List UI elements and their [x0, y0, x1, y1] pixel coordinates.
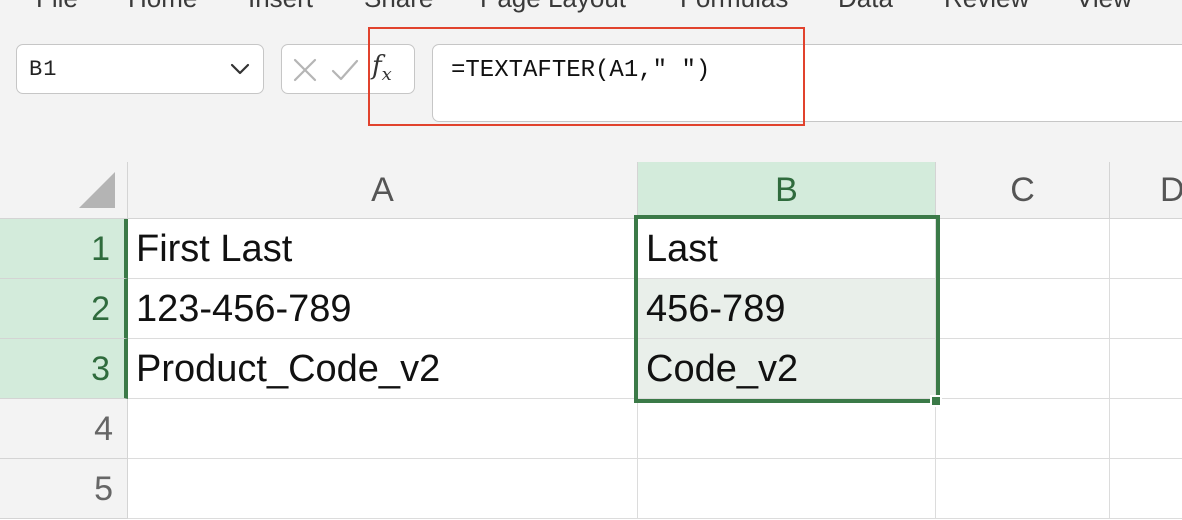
cell-c3[interactable] — [936, 339, 1110, 399]
tab-file[interactable]: File — [36, 0, 78, 14]
tab-review[interactable]: Review — [944, 0, 1029, 14]
tab-insert[interactable]: Insert — [248, 0, 313, 14]
chevron-down-icon[interactable] — [227, 56, 253, 82]
check-icon[interactable] — [330, 55, 360, 85]
highlight-box — [368, 27, 805, 126]
tab-share[interactable]: Share — [364, 0, 433, 14]
column-header-d[interactable]: D — [1110, 162, 1182, 219]
column-header-a[interactable]: A — [128, 162, 638, 219]
cell-b4[interactable] — [638, 399, 936, 459]
cell-a3[interactable]: Product_Code_v2 — [128, 339, 638, 399]
ribbon-tabs: File Home Insert Share Page Layout Formu… — [0, 0, 1182, 13]
column-header-c[interactable]: C — [936, 162, 1110, 219]
name-box-value: B1 — [29, 57, 58, 82]
tab-data[interactable]: Data — [838, 0, 893, 14]
cell-a1[interactable]: First Last — [128, 219, 638, 279]
tab-formulas[interactable]: Formulas — [680, 0, 788, 14]
cell-c2[interactable] — [936, 279, 1110, 339]
cell-c1[interactable] — [936, 219, 1110, 279]
cancel-icon[interactable] — [290, 55, 320, 85]
cell-b3[interactable]: Code_v2 — [638, 339, 936, 399]
cell-b1[interactable]: Last — [638, 219, 936, 279]
cell-d3[interactable] — [1110, 339, 1182, 399]
cell-c5[interactable] — [936, 459, 1110, 519]
cell-b2[interactable]: 456-789 — [638, 279, 936, 339]
cell-a4[interactable] — [128, 399, 638, 459]
cell-a5[interactable] — [128, 459, 638, 519]
cell-d2[interactable] — [1110, 279, 1182, 339]
select-all-triangle-icon — [79, 172, 115, 208]
fill-handle[interactable] — [930, 395, 942, 407]
cell-c4[interactable] — [936, 399, 1110, 459]
tab-view[interactable]: View — [1076, 0, 1132, 14]
select-all-button[interactable] — [0, 162, 128, 219]
cell-b5[interactable] — [638, 459, 936, 519]
cell-d4[interactable] — [1110, 399, 1182, 459]
tab-home[interactable]: Home — [128, 0, 197, 14]
row-header-4[interactable]: 4 — [0, 399, 128, 459]
name-box[interactable]: B1 — [16, 44, 264, 94]
cell-d5[interactable] — [1110, 459, 1182, 519]
row-header-1[interactable]: 1 — [0, 219, 128, 279]
tab-page-layout[interactable]: Page Layout — [480, 0, 626, 14]
row-header-5[interactable]: 5 — [0, 459, 128, 519]
cell-a2[interactable]: 123-456-789 — [128, 279, 638, 339]
column-header-b[interactable]: B — [638, 162, 936, 219]
worksheet-grid: A B C D 1 2 3 4 5 First Last 123-456-789… — [0, 162, 1182, 520]
cell-d1[interactable] — [1110, 219, 1182, 279]
row-header-2[interactable]: 2 — [0, 279, 128, 339]
row-header-3[interactable]: 3 — [0, 339, 128, 399]
